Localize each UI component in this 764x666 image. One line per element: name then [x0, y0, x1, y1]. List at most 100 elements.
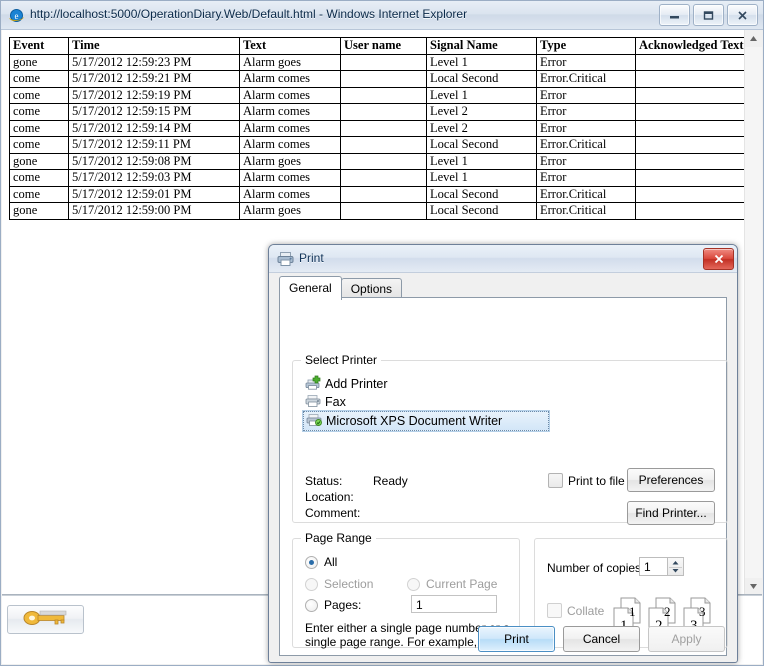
printer-label: Microsoft XPS Document Writer	[326, 414, 502, 428]
column-header-text: Text	[240, 38, 341, 55]
preferences-button[interactable]: Preferences	[627, 468, 715, 492]
table-cell: Level 1	[427, 54, 537, 71]
select-printer-legend: Select Printer	[301, 353, 381, 367]
table-cell: Level 1	[427, 87, 537, 104]
find-printer-label: Find Printer...	[635, 506, 706, 520]
apply-button-label: Apply	[671, 632, 701, 646]
radio-selection: Selection	[305, 577, 373, 591]
page-range-legend: Page Range	[301, 531, 376, 545]
close-button[interactable]	[727, 4, 758, 26]
table-cell: Alarm comes	[240, 170, 341, 187]
table-cell: come	[10, 87, 69, 104]
taskbar-item[interactable]	[7, 605, 84, 634]
find-printer-button[interactable]: Find Printer...	[627, 501, 715, 525]
table-cell: Level 2	[427, 120, 537, 137]
comment-label: Comment:	[305, 505, 373, 521]
printer-item-fax[interactable]: Fax	[303, 393, 717, 411]
table-cell: gone	[10, 203, 69, 220]
table-cell: 5/17/2012 12:59:03 PM	[69, 170, 240, 187]
copies-spinner[interactable]	[667, 557, 684, 576]
table-cell: gone	[10, 54, 69, 71]
collate-label: Collate	[567, 604, 604, 618]
cancel-button[interactable]: Cancel	[563, 626, 640, 652]
table-cell	[636, 170, 746, 187]
table-cell	[341, 120, 427, 137]
table-cell: 5/17/2012 12:59:08 PM	[69, 153, 240, 170]
table-cell	[636, 104, 746, 121]
checkbox-box-icon	[548, 473, 563, 488]
table-cell: Error	[537, 153, 636, 170]
scroll-down-button[interactable]	[745, 578, 762, 595]
table-cell	[636, 203, 746, 220]
table-cell: Local Second	[427, 186, 537, 203]
table-row: come5/17/2012 12:59:19 PMAlarm comesLeve…	[10, 87, 746, 104]
radio-pages[interactable]: Pages:	[305, 598, 361, 612]
window-title: http://localhost:5000/OperationDiary.Web…	[30, 7, 467, 21]
print-button[interactable]: Print	[478, 626, 555, 652]
table-cell: Alarm comes	[240, 104, 341, 121]
tab-general[interactable]: General	[279, 276, 342, 300]
table-cell: come	[10, 104, 69, 121]
minimize-button[interactable]	[659, 4, 690, 26]
radio-current-page-label: Current Page	[426, 577, 497, 591]
table-cell: Error	[537, 120, 636, 137]
table-cell: Alarm goes	[240, 54, 341, 71]
apply-button: Apply	[648, 626, 725, 652]
printer-item-xps-writer[interactable]: Microsoft XPS Document Writer	[303, 411, 549, 431]
table-cell: 5/17/2012 12:59:23 PM	[69, 54, 240, 71]
dialog-close-button[interactable]	[703, 248, 734, 270]
table-cell: come	[10, 71, 69, 88]
radio-button-icon	[305, 599, 318, 612]
checkbox-box-icon	[547, 603, 562, 618]
table-cell: Alarm comes	[240, 120, 341, 137]
window-titlebar: e http://localhost:5000/OperationDiary.W…	[1, 1, 763, 30]
column-header-type: Type	[537, 38, 636, 55]
pages-input[interactable]: 1	[411, 595, 497, 613]
operation-diary-table: Event Time Text User name Signal Name Ty…	[9, 37, 745, 220]
status-label: Status:	[305, 473, 373, 489]
table-cell: Alarm comes	[240, 71, 341, 88]
key-icon	[18, 607, 74, 632]
table-cell	[341, 203, 427, 220]
add-printer-icon	[305, 375, 321, 393]
radio-all[interactable]: All	[305, 555, 337, 569]
printer-status-row: Status: Ready	[305, 473, 408, 489]
maximize-button[interactable]	[693, 4, 724, 26]
table-cell: 5/17/2012 12:59:21 PM	[69, 71, 240, 88]
table-row: come5/17/2012 12:59:11 PMAlarm comesLoca…	[10, 137, 746, 154]
number-of-copies-label: Number of copies:	[547, 561, 644, 575]
table-cell	[341, 170, 427, 187]
spinner-up-icon[interactable]	[668, 558, 683, 567]
column-header-acknowledged-text: Acknowledged Text	[636, 38, 746, 55]
table-cell: Error.Critical	[537, 71, 636, 88]
table-row: come5/17/2012 12:59:14 PMAlarm comesLeve…	[10, 120, 746, 137]
number-of-copies-input[interactable]: 1	[639, 557, 667, 576]
spinner-down-icon[interactable]	[668, 567, 683, 576]
table-cell	[636, 54, 746, 71]
table-cell	[341, 153, 427, 170]
table-cell	[341, 71, 427, 88]
printer-list[interactable]: Add Printer Fax	[303, 375, 717, 431]
column-header-event: Event	[10, 38, 69, 55]
printer-label: Fax	[325, 395, 346, 409]
table-cell: Alarm comes	[240, 137, 341, 154]
table-cell: come	[10, 120, 69, 137]
printer-status-block: Status: Ready Location: Comment:	[305, 473, 408, 521]
printer-item-add-printer[interactable]: Add Printer	[303, 375, 717, 393]
table-cell	[341, 186, 427, 203]
table-cell: Error.Critical	[537, 203, 636, 220]
vertical-scrollbar[interactable]	[744, 30, 762, 595]
table-cell: Local Second	[427, 71, 537, 88]
print-to-file-checkbox[interactable]: Print to file	[548, 473, 625, 488]
scroll-up-button[interactable]	[745, 30, 762, 47]
table-cell: Error	[537, 104, 636, 121]
table-cell	[636, 186, 746, 203]
table-cell: Error.Critical	[537, 186, 636, 203]
svg-text:3: 3	[699, 604, 706, 619]
table-cell: Level 1	[427, 153, 537, 170]
table-row: come5/17/2012 12:59:01 PMAlarm comesLoca…	[10, 186, 746, 203]
ie-logo-icon: e	[8, 7, 25, 24]
table-cell	[636, 87, 746, 104]
table-cell: Alarm comes	[240, 87, 341, 104]
spinner-divider	[669, 567, 682, 568]
